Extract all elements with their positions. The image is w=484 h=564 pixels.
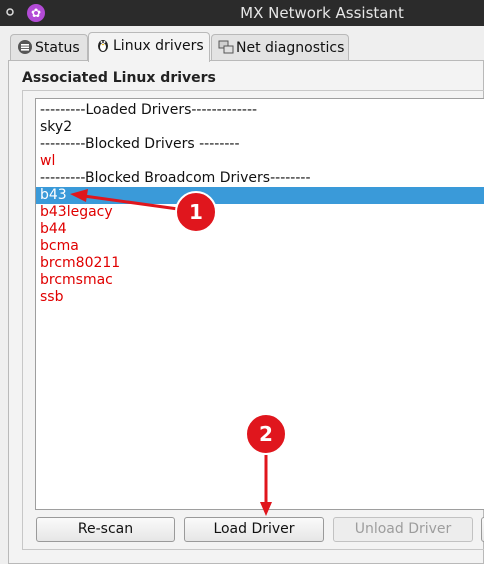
list-item[interactable]: ssb bbox=[36, 289, 484, 306]
list-header-loaded: ---------Loaded Drivers------------- bbox=[40, 102, 258, 118]
unload-driver-button: Unload Driver bbox=[333, 517, 473, 542]
list-item[interactable]: sky2 bbox=[36, 119, 484, 136]
load-driver-button[interactable]: Load Driver bbox=[184, 517, 324, 542]
tab-status[interactable]: Status bbox=[10, 34, 88, 60]
tab-linux-drivers-label: Linux drivers bbox=[113, 38, 204, 54]
tab-net-diagnostics-label: Net diagnostics bbox=[236, 40, 345, 56]
tab-status-label: Status bbox=[35, 40, 80, 56]
list-item[interactable]: brcmsmac bbox=[36, 272, 484, 289]
rescan-button[interactable]: Re-scan bbox=[36, 517, 175, 542]
tab-linux-drivers[interactable]: Linux drivers bbox=[88, 32, 210, 62]
status-icon bbox=[18, 40, 32, 54]
window-title: MX Network Assistant bbox=[240, 4, 404, 22]
list-item[interactable]: brcm80211 bbox=[36, 255, 484, 272]
drivers-group-title: Associated Linux drivers bbox=[22, 70, 216, 86]
list-item[interactable]: wl bbox=[36, 153, 484, 170]
tab-net-diagnostics[interactable]: Net diagnostics bbox=[211, 34, 349, 60]
list-item[interactable]: b44 bbox=[36, 221, 484, 238]
window-titlebar: ✿ MX Network Assistant bbox=[0, 0, 484, 26]
list-item[interactable]: b43legacy bbox=[36, 204, 484, 221]
list-header-broadcom: ---------Blocked Broadcom Drivers-------… bbox=[40, 170, 311, 186]
drivers-list[interactable]: ---------Loaded Drivers------------- sky… bbox=[35, 98, 484, 510]
penguin-icon bbox=[98, 40, 108, 52]
list-item[interactable]: bcma bbox=[36, 238, 484, 255]
list-header-blocked: ---------Blocked Drivers -------- bbox=[40, 136, 240, 152]
list-item-selected[interactable]: b43 bbox=[36, 187, 484, 204]
network-icon bbox=[218, 40, 234, 54]
